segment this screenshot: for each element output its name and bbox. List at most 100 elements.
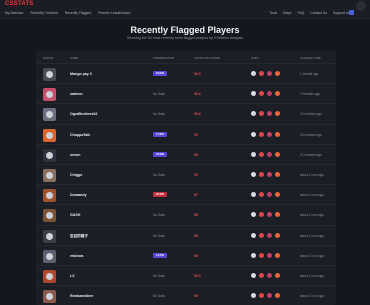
faceit-link-icon[interactable] [259,232,264,238]
player-name[interactable]: OgraBrothers02 [70,112,97,116]
nav-recently-checked[interactable]: Recently Checked [30,11,58,15]
steam-link-icon[interactable] [251,232,256,238]
csstats-link-icon[interactable] [275,111,280,117]
player-avatar[interactable] [43,128,56,142]
faceit-link-icon[interactable] [259,91,264,97]
user-avatar[interactable] [356,1,366,11]
avatar-image [46,252,53,260]
profile-links [251,232,280,238]
faceit-link-icon[interactable] [259,192,264,198]
csstats-link-icon[interactable] [275,232,280,238]
table-row[interactable]: Realsamidere No Data 89 about 1 hour ago [36,285,336,305]
leetify-link-icon[interactable] [267,91,272,97]
csstats-link-icon[interactable] [275,192,280,198]
steam-link-icon[interactable] [251,71,256,76]
player-avatar[interactable] [43,88,56,102]
avatar-image [46,293,53,301]
player-avatar[interactable] [43,108,56,122]
player-avatar[interactable] [43,189,56,203]
player-avatar[interactable] [43,148,56,162]
suspicion-score: 89 [194,132,198,137]
leetify-link-icon[interactable] [267,131,272,137]
player-name[interactable]: GASH [70,213,80,217]
steam-link-icon[interactable] [251,273,256,278]
flagged-players-table: Avatar Name Premier Rank Suspicion Score… [36,50,336,305]
site-logo[interactable]: CSSTATS [5,1,34,7]
steam-link-icon[interactable] [251,131,256,137]
leetify-link-icon[interactable] [267,273,272,278]
csstats-link-icon[interactable] [275,151,280,157]
suspicion-score: 86 [194,253,198,258]
leetify-link-icon[interactable] [267,252,272,258]
nav-faq[interactable]: FAQ [297,11,304,15]
leetify-link-icon[interactable] [267,232,272,238]
profile-links [251,111,280,117]
csstats-link-icon[interactable] [275,273,280,278]
profile-links [251,91,280,97]
nav-support-us[interactable]: Support Us [333,11,350,15]
csstats-link-icon[interactable] [275,212,280,218]
csstats-link-icon[interactable] [275,131,280,137]
faceit-link-icon[interactable] [259,71,264,76]
nav-my-matches[interactable]: My Matches [5,11,23,15]
player-name[interactable]: salmon [70,92,83,96]
leetify-link-icon[interactable] [267,71,272,76]
steam-link-icon[interactable] [251,192,256,198]
player-avatar[interactable] [43,169,56,182]
avatar-image [46,172,53,179]
player-name[interactable]: Realsamidere [70,294,93,298]
faceit-link-icon[interactable] [259,111,264,117]
faceit-link-icon[interactable] [259,131,264,137]
leetify-link-icon[interactable] [267,151,272,157]
leetify-link-icon[interactable] [267,192,272,198]
faceit-link-icon[interactable] [259,212,264,218]
steam-link-icon[interactable] [251,151,256,157]
steam-link-icon[interactable] [251,293,256,299]
premier-rank-text: No Data [153,294,165,299]
suspicion-score: 86 [194,213,198,218]
csstats-link-icon[interactable] [275,172,280,177]
nav-recently-flagged[interactable]: Recently Flagged [65,11,91,15]
csstats-link-icon[interactable] [275,293,280,299]
csstats-link-icon[interactable] [275,91,280,97]
player-avatar[interactable] [43,249,56,263]
player-name[interactable]: seeon [70,153,80,157]
suspicion-score: 89 [194,173,198,177]
faceit-link-icon[interactable] [259,172,264,177]
nav-tools[interactable]: Tools [269,11,277,15]
leetify-link-icon[interactable] [267,293,272,299]
player-name[interactable]: Chiggo [70,173,82,177]
steam-link-icon[interactable] [251,212,256,218]
col-premier-rank: Premier Rank [153,56,175,60]
leetify-link-icon[interactable] [267,212,272,218]
faceit-link-icon[interactable] [259,252,264,258]
player-name[interactable]: ChuppaTalk [70,133,90,137]
player-name[interactable]: LX [70,274,75,278]
steam-link-icon[interactable] [251,252,256,258]
csstats-link-icon[interactable] [275,71,280,76]
leetify-link-icon[interactable] [267,111,272,117]
player-avatar[interactable] [43,229,56,243]
faceit-link-icon[interactable] [259,293,264,299]
nav-contact-us[interactable]: Contact Us [310,11,327,15]
faceit-link-icon[interactable] [259,273,264,278]
player-avatar[interactable] [43,68,56,81]
steam-link-icon[interactable] [251,111,256,117]
steam-link-icon[interactable] [251,172,256,177]
player-name[interactable]: Duraandy [70,193,87,197]
leetify-link-icon[interactable] [267,172,272,177]
player-avatar[interactable] [43,209,56,223]
nav-premier-leaderboard[interactable]: Premier Leaderboard [98,11,130,15]
premier-rank-text: No Data [153,112,165,117]
avatar-image [46,71,53,78]
discord-icon[interactable] [349,10,354,15]
nav-maps[interactable]: Maps [283,11,291,15]
faceit-link-icon[interactable] [259,151,264,157]
player-name[interactable]: 忍忍的猫子 [70,234,88,239]
csstats-link-icon[interactable] [275,252,280,258]
player-name[interactable]: Mango pay 3 [70,72,92,76]
player-name[interactable]: reklows [70,254,83,258]
steam-link-icon[interactable] [251,91,256,97]
player-avatar[interactable] [43,290,56,304]
player-avatar[interactable] [43,270,56,283]
